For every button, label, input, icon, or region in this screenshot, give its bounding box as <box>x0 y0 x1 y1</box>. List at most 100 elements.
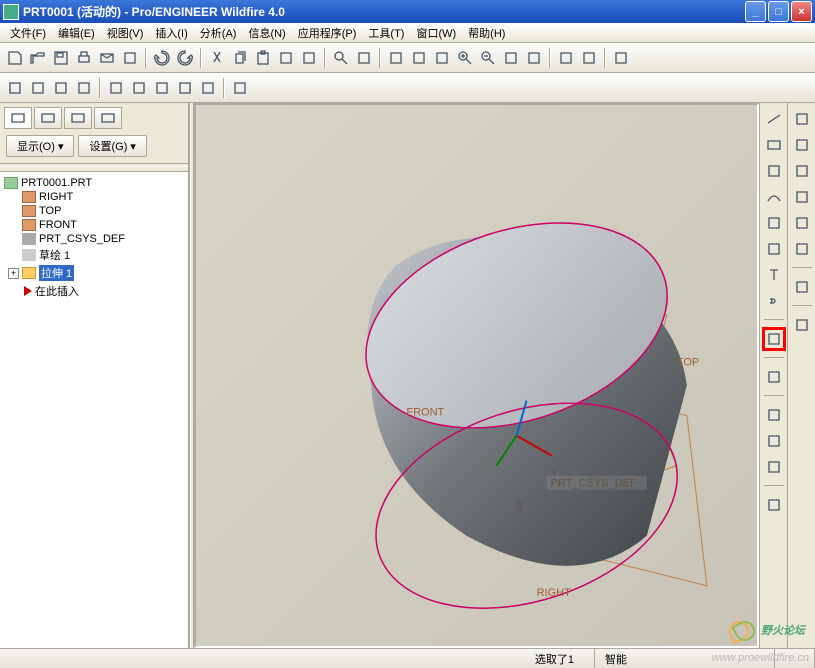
plane-display-button[interactable] <box>105 77 127 99</box>
menu-2[interactable]: 视图(V) <box>101 23 150 42</box>
menu-6[interactable]: 应用程序(P) <box>292 23 363 42</box>
zoom-in-button[interactable] <box>454 47 476 69</box>
expander-icon[interactable]: + <box>8 268 19 279</box>
copy-button[interactable] <box>229 47 251 69</box>
copy-model-button[interactable] <box>119 47 141 69</box>
layers-button[interactable] <box>555 47 577 69</box>
refit-button[interactable] <box>500 47 522 69</box>
annotate-button[interactable] <box>578 47 600 69</box>
palette3-button[interactable] <box>790 185 814 209</box>
zoom-out-button[interactable] <box>477 47 499 69</box>
paste-special-button[interactable] <box>275 47 297 69</box>
show-button[interactable]: 显示(O) ▾ <box>6 135 74 157</box>
separator <box>223 78 225 98</box>
new-button[interactable] <box>4 47 26 69</box>
datum-icon <box>22 219 36 231</box>
tree-tab-model-tree[interactable] <box>4 107 32 129</box>
no-hidden-button[interactable] <box>174 77 196 99</box>
palette1-button[interactable] <box>790 133 814 157</box>
named-views-button[interactable] <box>431 47 453 69</box>
open-button[interactable] <box>27 47 49 69</box>
server-button[interactable] <box>610 47 632 69</box>
help-cursor-button[interactable] <box>229 77 251 99</box>
rect-button[interactable] <box>762 133 786 157</box>
datum-display-button[interactable] <box>4 77 26 99</box>
axis-display-button[interactable] <box>27 77 49 99</box>
menu-7[interactable]: 工具(T) <box>362 23 410 42</box>
tree-item-2[interactable]: FRONT <box>4 218 184 232</box>
axes-button[interactable] <box>762 211 786 235</box>
tangent-edge-button[interactable] <box>128 77 150 99</box>
text-button[interactable] <box>762 263 786 287</box>
sketch-tools-col <box>759 103 787 648</box>
grid-button[interactable] <box>790 275 814 299</box>
sketch-icon <box>22 249 36 261</box>
menu-4[interactable]: 分析(A) <box>194 23 243 42</box>
mirror-button[interactable] <box>762 365 786 389</box>
orient-button[interactable] <box>523 47 545 69</box>
separator <box>792 305 812 307</box>
minimize-button[interactable]: _ <box>745 1 766 22</box>
redo-button[interactable] <box>174 47 196 69</box>
cut-button[interactable] <box>206 47 228 69</box>
undo-button[interactable] <box>151 47 173 69</box>
label-z: Z <box>517 502 524 514</box>
tree-item-3[interactable]: PRT_CSYS_DEF <box>4 232 184 246</box>
menu-3[interactable]: 插入(I) <box>149 23 193 42</box>
save-button[interactable] <box>50 47 72 69</box>
arc-button[interactable] <box>762 185 786 209</box>
sketch-mode-button[interactable] <box>790 107 814 131</box>
main-area: 显示(O) ▾ 设置(G) ▾ PRT0001.PRTRIGHTTOPFRONT… <box>0 103 815 648</box>
viewport-3d[interactable]: TOP FRONT RIGHT PRT_CSYS_DEF Y Z <box>194 103 759 648</box>
appearance-button[interactable] <box>408 47 430 69</box>
toolbar-datum <box>0 73 815 103</box>
maximize-button[interactable]: □ <box>768 1 789 22</box>
close-button[interactable]: × <box>791 1 812 22</box>
csys-display-button[interactable] <box>73 77 95 99</box>
menu-9[interactable]: 帮助(H) <box>462 23 511 42</box>
tree-tab-layers[interactable] <box>34 107 62 129</box>
tree-item-5[interactable]: +拉伸 1 <box>4 264 184 282</box>
palette2-button[interactable] <box>790 159 814 183</box>
line-button[interactable] <box>762 107 786 131</box>
settings-button[interactable]: 设置(G) ▾ <box>78 135 146 157</box>
trim-button[interactable] <box>762 403 786 427</box>
slash-button[interactable] <box>762 159 786 183</box>
shaded-button[interactable] <box>197 77 219 99</box>
toolbar-main <box>0 43 815 73</box>
tree-tab-folders[interactable] <box>94 107 122 129</box>
tree-item-0[interactable]: RIGHT <box>4 190 184 204</box>
hidden-line-button[interactable] <box>151 77 173 99</box>
palette4-button[interactable] <box>790 211 814 235</box>
tree-tab-favorites[interactable] <box>64 107 92 129</box>
palette5-button[interactable] <box>790 237 814 261</box>
menu-5[interactable]: 信息(N) <box>242 23 291 42</box>
regenerate-button[interactable] <box>298 47 320 69</box>
constraints-button[interactable] <box>790 313 814 337</box>
label-top: TOP <box>677 356 699 368</box>
csys-icon <box>22 233 36 245</box>
select-box-button[interactable] <box>353 47 375 69</box>
tree-root[interactable]: PRT0001.PRT <box>4 176 184 190</box>
separator <box>145 48 147 68</box>
find-button[interactable] <box>330 47 352 69</box>
view-mgr-button[interactable] <box>385 47 407 69</box>
print-button[interactable] <box>73 47 95 69</box>
menu-1[interactable]: 编辑(E) <box>52 23 101 42</box>
offset-dz-button[interactable] <box>762 327 786 351</box>
delete-button[interactable] <box>762 455 786 479</box>
point-display-button[interactable] <box>50 77 72 99</box>
dimension-button[interactable] <box>762 493 786 517</box>
paste-button[interactable] <box>252 47 274 69</box>
tree-item-4[interactable]: 草绘 1 <box>4 246 184 264</box>
tree-item-6[interactable]: 在此插入 <box>4 282 184 300</box>
separator <box>764 395 784 397</box>
tree-item-1[interactable]: TOP <box>4 204 184 218</box>
chain-button[interactable] <box>762 289 786 313</box>
corner-button[interactable] <box>762 429 786 453</box>
axes2-button[interactable] <box>762 237 786 261</box>
menu-8[interactable]: 窗口(W) <box>410 23 462 42</box>
menu-0[interactable]: 文件(F) <box>4 23 52 42</box>
model-tree[interactable]: PRT0001.PRTRIGHTTOPFRONTPRT_CSYS_DEF草绘 1… <box>0 171 188 648</box>
mail-button[interactable] <box>96 47 118 69</box>
